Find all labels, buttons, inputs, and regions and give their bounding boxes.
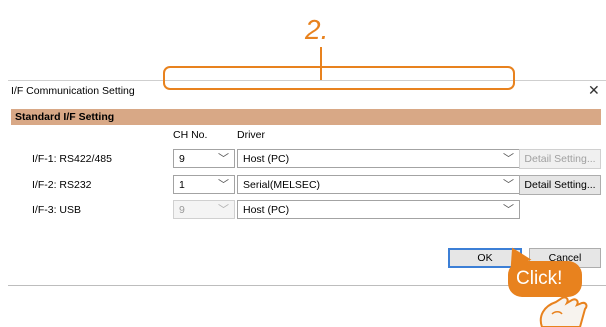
if1-driver-select[interactable]: Host (PC) ﹀ xyxy=(237,149,520,168)
close-icon[interactable]: ✕ xyxy=(588,82,600,99)
if1-detail-setting-button[interactable]: Detail Setting... xyxy=(519,149,601,169)
if2-label: I/F-2: RS232 xyxy=(32,179,92,191)
if1-ch-select[interactable]: 9 ﹀ xyxy=(173,149,235,168)
if3-ch-select[interactable]: 9 ﹀ xyxy=(173,200,235,219)
click-label: Click! xyxy=(516,268,563,289)
section-title: Standard I/F Setting xyxy=(15,111,115,123)
column-header-driver: Driver xyxy=(237,129,265,141)
chevron-down-icon: ﹀ xyxy=(218,204,229,216)
chevron-down-icon: ﹀ xyxy=(503,179,514,191)
if2-driver-select[interactable]: Serial(MELSEC) ﹀ xyxy=(237,175,520,194)
dialog-title: I/F Communication Setting xyxy=(11,85,135,97)
if2-ch-value: 1 xyxy=(179,179,185,191)
if3-driver-value: Host (PC) xyxy=(243,204,290,216)
if1-label: I/F-1: RS422/485 xyxy=(32,153,112,165)
if2-ch-select[interactable]: 1 ﹀ xyxy=(173,175,235,194)
if2-detail-setting-button[interactable]: Detail Setting... xyxy=(519,175,601,195)
chevron-down-icon: ﹀ xyxy=(503,153,514,165)
section-header: Standard I/F Setting xyxy=(11,109,601,125)
if1-ch-value: 9 xyxy=(179,153,185,165)
chevron-down-icon: ﹀ xyxy=(218,179,229,191)
chevron-down-icon: ﹀ xyxy=(218,153,229,165)
if3-ch-value: 9 xyxy=(179,204,185,216)
if3-driver-select[interactable]: Host (PC) ﹀ xyxy=(237,200,520,219)
column-header-ch-no: CH No. xyxy=(173,129,208,141)
if3-label: I/F-3: USB xyxy=(32,204,82,216)
hand-pointer-icon xyxy=(539,296,588,327)
if2-driver-value: Serial(MELSEC) xyxy=(243,179,321,191)
driver-highlight-box xyxy=(163,66,515,90)
step-number: 2. xyxy=(305,14,329,45)
chevron-down-icon: ﹀ xyxy=(503,204,514,216)
if1-driver-value: Host (PC) xyxy=(243,153,290,165)
